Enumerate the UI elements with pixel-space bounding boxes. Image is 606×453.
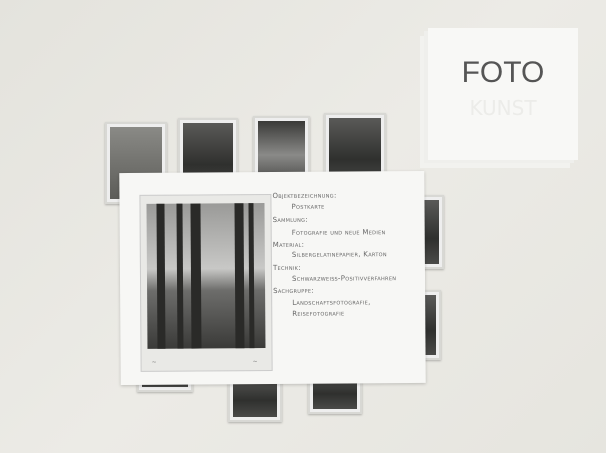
foto-sign: FOTO KUNST	[428, 28, 578, 160]
postcard-photo: ~ ~	[139, 194, 273, 372]
field-value: Silbergelatinepapier, Karton	[291, 250, 387, 259]
field-value: Landschaftsfotografie,	[292, 298, 371, 307]
object-label-card: ~ ~ Objektbezeichnung: Postkarte Sammlun…	[119, 170, 426, 386]
field-value: Reisefotografie	[292, 309, 345, 318]
field-value: Schwarzweiß-Positivverfahren	[291, 274, 397, 283]
field-label: Technik:	[272, 263, 301, 272]
sign-title: FOTO	[461, 56, 545, 89]
field-value: Fotografie und neue Medien	[291, 228, 386, 237]
field-value: Postkarte	[291, 202, 325, 211]
field-label: Objektbezeichnung:	[272, 191, 337, 200]
sign-faint-text: KUNST	[469, 96, 537, 120]
field-label: Sachgruppe:	[273, 286, 315, 295]
field-label: Material:	[272, 240, 305, 249]
field-label: Sammlung:	[272, 215, 308, 224]
